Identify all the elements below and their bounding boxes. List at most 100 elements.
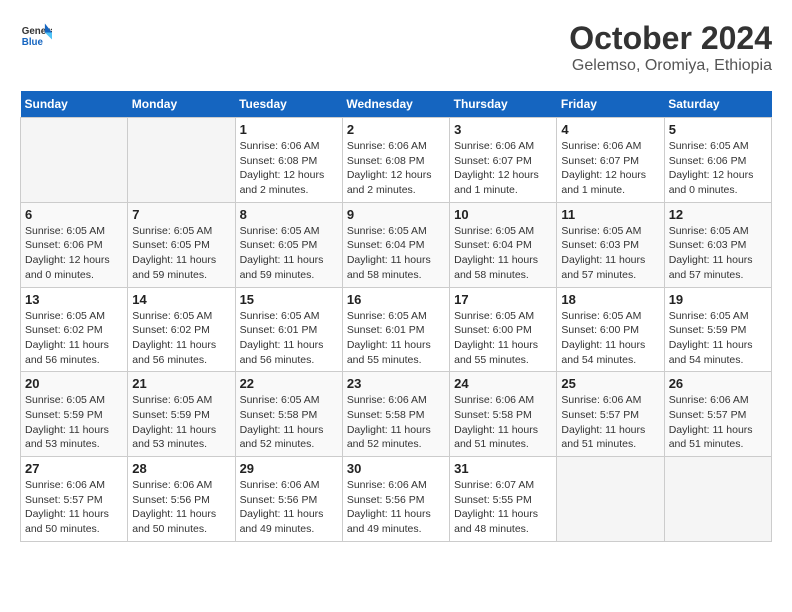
title-block: October 2024 Gelemso, Oromiya, Ethiopia — [569, 20, 772, 75]
sunrise-text: Sunrise: 6:05 AM — [347, 225, 427, 237]
daylight-text: Daylight: 11 hours and 56 minutes. — [132, 339, 216, 366]
daylight-text: Daylight: 11 hours and 51 minutes. — [561, 424, 645, 451]
day-info: Sunrise: 6:06 AM Sunset: 6:08 PM Dayligh… — [347, 139, 445, 198]
sunset-text: Sunset: 5:58 PM — [240, 409, 318, 421]
day-info: Sunrise: 6:06 AM Sunset: 5:57 PM Dayligh… — [561, 393, 659, 452]
day-number: 10 — [454, 207, 552, 222]
sunset-text: Sunset: 6:05 PM — [240, 239, 318, 251]
day-number: 15 — [240, 292, 338, 307]
calendar-cell: 22 Sunrise: 6:05 AM Sunset: 5:58 PM Dayl… — [235, 372, 342, 457]
daylight-text: Daylight: 11 hours and 59 minutes. — [132, 254, 216, 281]
day-info: Sunrise: 6:06 AM Sunset: 5:57 PM Dayligh… — [25, 478, 123, 537]
sunset-text: Sunset: 5:59 PM — [669, 324, 747, 336]
day-info: Sunrise: 6:07 AM Sunset: 5:55 PM Dayligh… — [454, 478, 552, 537]
weekday-header-thursday: Thursday — [450, 91, 557, 118]
day-info: Sunrise: 6:05 AM Sunset: 6:03 PM Dayligh… — [561, 224, 659, 283]
day-number: 25 — [561, 376, 659, 391]
sunset-text: Sunset: 5:57 PM — [25, 494, 103, 506]
daylight-text: Daylight: 11 hours and 52 minutes. — [347, 424, 431, 451]
weekday-header-wednesday: Wednesday — [342, 91, 449, 118]
daylight-text: Daylight: 12 hours and 2 minutes. — [240, 169, 325, 196]
calendar-cell: 25 Sunrise: 6:06 AM Sunset: 5:57 PM Dayl… — [557, 372, 664, 457]
day-info: Sunrise: 6:05 AM Sunset: 6:02 PM Dayligh… — [132, 309, 230, 368]
day-number: 17 — [454, 292, 552, 307]
sunset-text: Sunset: 5:59 PM — [132, 409, 210, 421]
sunrise-text: Sunrise: 6:05 AM — [25, 394, 105, 406]
day-number: 9 — [347, 207, 445, 222]
sunrise-text: Sunrise: 6:06 AM — [347, 140, 427, 152]
daylight-text: Daylight: 11 hours and 58 minutes. — [454, 254, 538, 281]
day-number: 22 — [240, 376, 338, 391]
calendar-cell: 7 Sunrise: 6:05 AM Sunset: 6:05 PM Dayli… — [128, 202, 235, 287]
calendar-cell: 20 Sunrise: 6:05 AM Sunset: 5:59 PM Dayl… — [21, 372, 128, 457]
calendar-cell: 30 Sunrise: 6:06 AM Sunset: 5:56 PM Dayl… — [342, 457, 449, 542]
daylight-text: Daylight: 12 hours and 2 minutes. — [347, 169, 432, 196]
daylight-text: Daylight: 12 hours and 1 minute. — [454, 169, 539, 196]
calendar-cell: 27 Sunrise: 6:06 AM Sunset: 5:57 PM Dayl… — [21, 457, 128, 542]
day-info: Sunrise: 6:05 AM Sunset: 6:00 PM Dayligh… — [454, 309, 552, 368]
day-number: 28 — [132, 461, 230, 476]
sunset-text: Sunset: 6:00 PM — [454, 324, 532, 336]
sunset-text: Sunset: 6:07 PM — [561, 155, 639, 167]
sunrise-text: Sunrise: 6:06 AM — [347, 394, 427, 406]
day-info: Sunrise: 6:05 AM Sunset: 5:59 PM Dayligh… — [669, 309, 767, 368]
day-info: Sunrise: 6:06 AM Sunset: 6:07 PM Dayligh… — [561, 139, 659, 198]
day-number: 29 — [240, 461, 338, 476]
calendar-week-row: 6 Sunrise: 6:05 AM Sunset: 6:06 PM Dayli… — [21, 202, 772, 287]
calendar-cell: 3 Sunrise: 6:06 AM Sunset: 6:07 PM Dayli… — [450, 118, 557, 203]
daylight-text: Daylight: 11 hours and 50 minutes. — [132, 508, 216, 535]
day-number: 1 — [240, 122, 338, 137]
sunset-text: Sunset: 6:06 PM — [25, 239, 103, 251]
sunrise-text: Sunrise: 6:05 AM — [669, 140, 749, 152]
sunrise-text: Sunrise: 6:05 AM — [240, 225, 320, 237]
day-info: Sunrise: 6:06 AM Sunset: 5:56 PM Dayligh… — [347, 478, 445, 537]
calendar-week-row: 20 Sunrise: 6:05 AM Sunset: 5:59 PM Dayl… — [21, 372, 772, 457]
calendar-week-row: 1 Sunrise: 6:06 AM Sunset: 6:08 PM Dayli… — [21, 118, 772, 203]
day-info: Sunrise: 6:05 AM Sunset: 6:04 PM Dayligh… — [347, 224, 445, 283]
weekday-header-tuesday: Tuesday — [235, 91, 342, 118]
weekday-header-row: SundayMondayTuesdayWednesdayThursdayFrid… — [21, 91, 772, 118]
daylight-text: Daylight: 11 hours and 59 minutes. — [240, 254, 324, 281]
sunrise-text: Sunrise: 6:05 AM — [669, 225, 749, 237]
calendar-cell: 19 Sunrise: 6:05 AM Sunset: 5:59 PM Dayl… — [664, 287, 771, 372]
day-info: Sunrise: 6:05 AM Sunset: 6:01 PM Dayligh… — [347, 309, 445, 368]
daylight-text: Daylight: 11 hours and 56 minutes. — [25, 339, 109, 366]
sunset-text: Sunset: 5:56 PM — [240, 494, 318, 506]
sunrise-text: Sunrise: 6:06 AM — [454, 140, 534, 152]
svg-text:Blue: Blue — [22, 37, 44, 48]
daylight-text: Daylight: 11 hours and 51 minutes. — [669, 424, 753, 451]
calendar-cell — [557, 457, 664, 542]
sunset-text: Sunset: 6:05 PM — [132, 239, 210, 251]
calendar-cell: 12 Sunrise: 6:05 AM Sunset: 6:03 PM Dayl… — [664, 202, 771, 287]
sunset-text: Sunset: 6:01 PM — [240, 324, 318, 336]
day-info: Sunrise: 6:06 AM Sunset: 5:56 PM Dayligh… — [240, 478, 338, 537]
calendar-cell: 9 Sunrise: 6:05 AM Sunset: 6:04 PM Dayli… — [342, 202, 449, 287]
day-info: Sunrise: 6:05 AM Sunset: 5:58 PM Dayligh… — [240, 393, 338, 452]
calendar-cell: 2 Sunrise: 6:06 AM Sunset: 6:08 PM Dayli… — [342, 118, 449, 203]
weekday-header-sunday: Sunday — [21, 91, 128, 118]
day-number: 18 — [561, 292, 659, 307]
calendar-cell: 8 Sunrise: 6:05 AM Sunset: 6:05 PM Dayli… — [235, 202, 342, 287]
sunrise-text: Sunrise: 6:06 AM — [240, 479, 320, 491]
day-number: 26 — [669, 376, 767, 391]
sunset-text: Sunset: 5:56 PM — [132, 494, 210, 506]
sunrise-text: Sunrise: 6:05 AM — [347, 310, 427, 322]
sunset-text: Sunset: 6:08 PM — [240, 155, 318, 167]
calendar-cell — [21, 118, 128, 203]
sunrise-text: Sunrise: 6:06 AM — [561, 140, 641, 152]
day-number: 3 — [454, 122, 552, 137]
sunset-text: Sunset: 6:03 PM — [561, 239, 639, 251]
calendar-cell: 6 Sunrise: 6:05 AM Sunset: 6:06 PM Dayli… — [21, 202, 128, 287]
sunrise-text: Sunrise: 6:06 AM — [240, 140, 320, 152]
day-info: Sunrise: 6:05 AM Sunset: 6:06 PM Dayligh… — [25, 224, 123, 283]
daylight-text: Daylight: 11 hours and 51 minutes. — [454, 424, 538, 451]
calendar-cell: 21 Sunrise: 6:05 AM Sunset: 5:59 PM Dayl… — [128, 372, 235, 457]
calendar-cell: 11 Sunrise: 6:05 AM Sunset: 6:03 PM Dayl… — [557, 202, 664, 287]
day-number: 20 — [25, 376, 123, 391]
calendar-cell — [128, 118, 235, 203]
daylight-text: Daylight: 11 hours and 54 minutes. — [561, 339, 645, 366]
weekday-header-friday: Friday — [557, 91, 664, 118]
sunset-text: Sunset: 6:06 PM — [669, 155, 747, 167]
calendar-cell: 17 Sunrise: 6:05 AM Sunset: 6:00 PM Dayl… — [450, 287, 557, 372]
day-number: 27 — [25, 461, 123, 476]
